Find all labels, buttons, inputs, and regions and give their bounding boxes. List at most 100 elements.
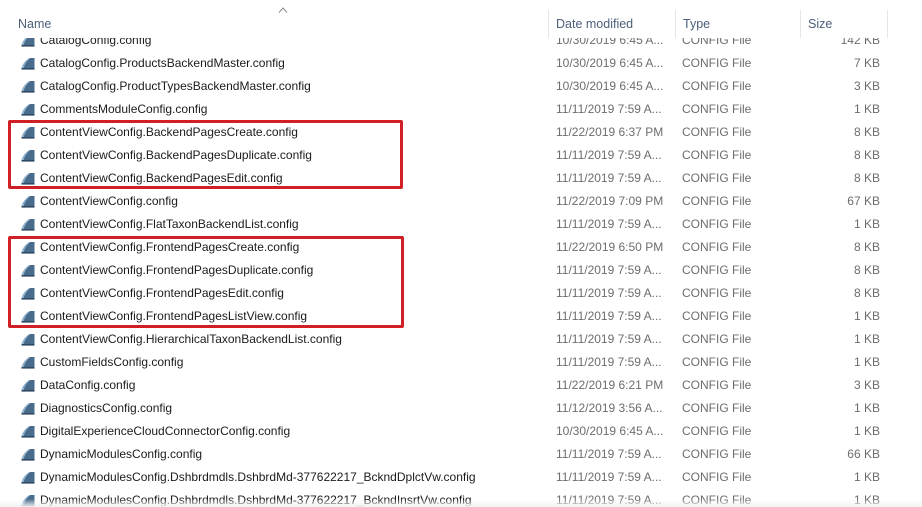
file-row[interactable]: ContentViewConfig.FrontendPagesEdit.conf… <box>0 282 922 305</box>
file-type: CONFIG File <box>682 56 752 70</box>
file-date-modified: 11/11/2019 7:59 A... <box>556 286 662 300</box>
file-type: CONFIG File <box>682 79 752 93</box>
file-type: CONFIG File <box>682 194 752 208</box>
file-row[interactable]: CatalogConfig.ProductTypesBackendMaster.… <box>0 75 922 98</box>
file-name: ContentViewConfig.FlatTaxonBackendList.c… <box>40 217 299 231</box>
file-name: CatalogConfig.ProductTypesBackendMaster.… <box>40 79 311 93</box>
file-date-modified: 11/11/2019 7:59 A... <box>556 171 662 185</box>
file-date-modified: 11/11/2019 7:59 A... <box>556 470 662 484</box>
file-name: DiagnosticsConfig.config <box>40 401 173 415</box>
file-name: ContentViewConfig.FrontendPagesEdit.conf… <box>40 286 284 300</box>
file-type: CONFIG File <box>682 102 752 116</box>
file-size: 8 KB <box>853 263 880 277</box>
file-list[interactable]: CatalogConfig.config 10/30/2019 6:45 A...… <box>0 38 922 507</box>
file-row[interactable]: ContentViewConfig.FlatTaxonBackendList.c… <box>0 213 922 236</box>
file-row[interactable]: ContentViewConfig.HierarchicalTaxonBacke… <box>0 328 922 351</box>
file-size: 1 KB <box>853 470 880 484</box>
file-date-modified: 11/22/2019 7:09 PM <box>556 194 664 208</box>
column-divider[interactable] <box>548 10 549 38</box>
file-row[interactable]: DiagnosticsConfig.config 11/12/2019 3:56 … <box>0 397 922 420</box>
file-date-modified: 10/30/2019 6:45 A... <box>556 38 664 47</box>
column-divider[interactable] <box>675 10 676 38</box>
file-row[interactable]: ContentViewConfig.BackendPagesDuplicate.… <box>0 144 922 167</box>
config-file-icon <box>21 38 35 47</box>
config-file-icon <box>21 265 35 277</box>
config-file-icon <box>21 196 35 208</box>
config-file-icon <box>21 403 35 415</box>
file-name: DynamicModulesConfig.config <box>40 447 203 461</box>
file-size: 8 KB <box>853 240 880 254</box>
file-name: CatalogConfig.ProductsBackendMaster.conf… <box>40 56 285 70</box>
file-date-modified: 11/11/2019 7:59 A... <box>556 263 662 277</box>
file-row[interactable]: CustomFieldsConfig.config 11/11/2019 7:59… <box>0 351 922 374</box>
file-row[interactable]: CatalogConfig.ProductsBackendMaster.conf… <box>0 52 922 75</box>
file-type: CONFIG File <box>682 309 752 323</box>
file-type: CONFIG File <box>682 378 752 392</box>
file-date-modified: 11/11/2019 7:59 A... <box>556 217 662 231</box>
file-name: CommentsModuleConfig.config <box>40 102 208 116</box>
file-name: ContentViewConfig.HierarchicalTaxonBacke… <box>40 332 342 346</box>
file-type: CONFIG File <box>682 148 752 162</box>
list-bottom-fade <box>0 499 922 507</box>
config-file-icon <box>21 219 35 231</box>
column-header-name[interactable]: Name <box>18 17 51 31</box>
file-type: CONFIG File <box>682 38 752 47</box>
sort-ascending-caret-icon[interactable] <box>278 6 288 14</box>
file-type: CONFIG File <box>682 470 752 484</box>
file-date-modified: 11/11/2019 7:59 A... <box>556 148 662 162</box>
file-type: CONFIG File <box>682 355 752 369</box>
file-row[interactable]: ContentViewConfig.BackendPagesEdit.confi… <box>0 167 922 190</box>
file-row[interactable]: ContentViewConfig.config 11/22/2019 7:09 … <box>0 190 922 213</box>
config-file-icon <box>21 380 35 392</box>
file-name: ContentViewConfig.FrontendPagesListView.… <box>40 309 308 323</box>
file-row[interactable]: CommentsModuleConfig.config 11/11/2019 7:… <box>0 98 922 121</box>
config-file-icon <box>21 58 35 70</box>
config-file-icon <box>21 288 35 300</box>
file-name: ContentViewConfig.BackendPagesEdit.confi… <box>40 171 283 185</box>
file-name: ContentViewConfig.FrontendPagesDuplicate… <box>40 263 314 277</box>
file-name: DataConfig.config <box>40 378 136 392</box>
file-size: 7 KB <box>853 56 880 70</box>
file-row[interactable]: CatalogConfig.config 10/30/2019 6:45 A...… <box>0 38 922 52</box>
file-row[interactable]: ContentViewConfig.FrontendPagesDuplicate… <box>0 259 922 282</box>
file-date-modified: 11/11/2019 7:59 A... <box>556 447 662 461</box>
column-header-row: Name Date modified Type Size <box>0 0 922 38</box>
file-date-modified: 11/11/2019 7:59 A... <box>556 309 662 323</box>
config-file-icon <box>21 357 35 369</box>
file-size: 1 KB <box>853 424 880 438</box>
config-file-icon <box>21 81 35 93</box>
file-size: 3 KB <box>853 79 880 93</box>
config-file-icon <box>21 242 35 254</box>
file-row[interactable]: DataConfig.config 11/22/2019 6:21 PM CONFI… <box>0 374 922 397</box>
file-size: 1 KB <box>853 102 880 116</box>
file-type: CONFIG File <box>682 401 752 415</box>
column-header-size[interactable]: Size <box>808 17 832 31</box>
file-date-modified: 10/30/2019 6:45 A... <box>556 56 664 70</box>
file-row[interactable]: DynamicModulesConfig.Dshbrdmdls.DshbrdMd… <box>0 466 922 489</box>
column-header-date-modified[interactable]: Date modified <box>556 17 633 31</box>
config-file-icon <box>21 472 35 484</box>
config-file-icon <box>21 150 35 162</box>
file-size: 8 KB <box>853 286 880 300</box>
config-file-icon <box>21 173 35 185</box>
file-size: 67 KB <box>847 194 880 208</box>
file-name: ContentViewConfig.BackendPagesCreate.con… <box>40 125 298 139</box>
file-type: CONFIG File <box>682 286 752 300</box>
file-date-modified: 11/22/2019 6:37 PM <box>556 125 664 139</box>
column-divider[interactable] <box>800 10 801 38</box>
file-row[interactable]: ContentViewConfig.FrontendPagesListView.… <box>0 305 922 328</box>
config-file-icon <box>21 334 35 346</box>
file-row[interactable]: DigitalExperienceCloudConnectorConfig.co… <box>0 420 922 443</box>
column-header-type[interactable]: Type <box>683 17 710 31</box>
file-type: CONFIG File <box>682 424 752 438</box>
file-size: 8 KB <box>853 171 880 185</box>
file-size: 1 KB <box>853 309 880 323</box>
file-row[interactable]: ContentViewConfig.BackendPagesCreate.con… <box>0 121 922 144</box>
file-size: 1 KB <box>853 401 880 415</box>
file-size: 1 KB <box>853 217 880 231</box>
file-size: 8 KB <box>853 148 880 162</box>
file-row[interactable]: DynamicModulesConfig.config 11/11/2019 7:… <box>0 443 922 466</box>
file-row[interactable]: ContentViewConfig.FrontendPagesCreate.co… <box>0 236 922 259</box>
file-date-modified: 11/12/2019 3:56 A... <box>556 401 663 415</box>
column-divider[interactable] <box>887 10 888 38</box>
